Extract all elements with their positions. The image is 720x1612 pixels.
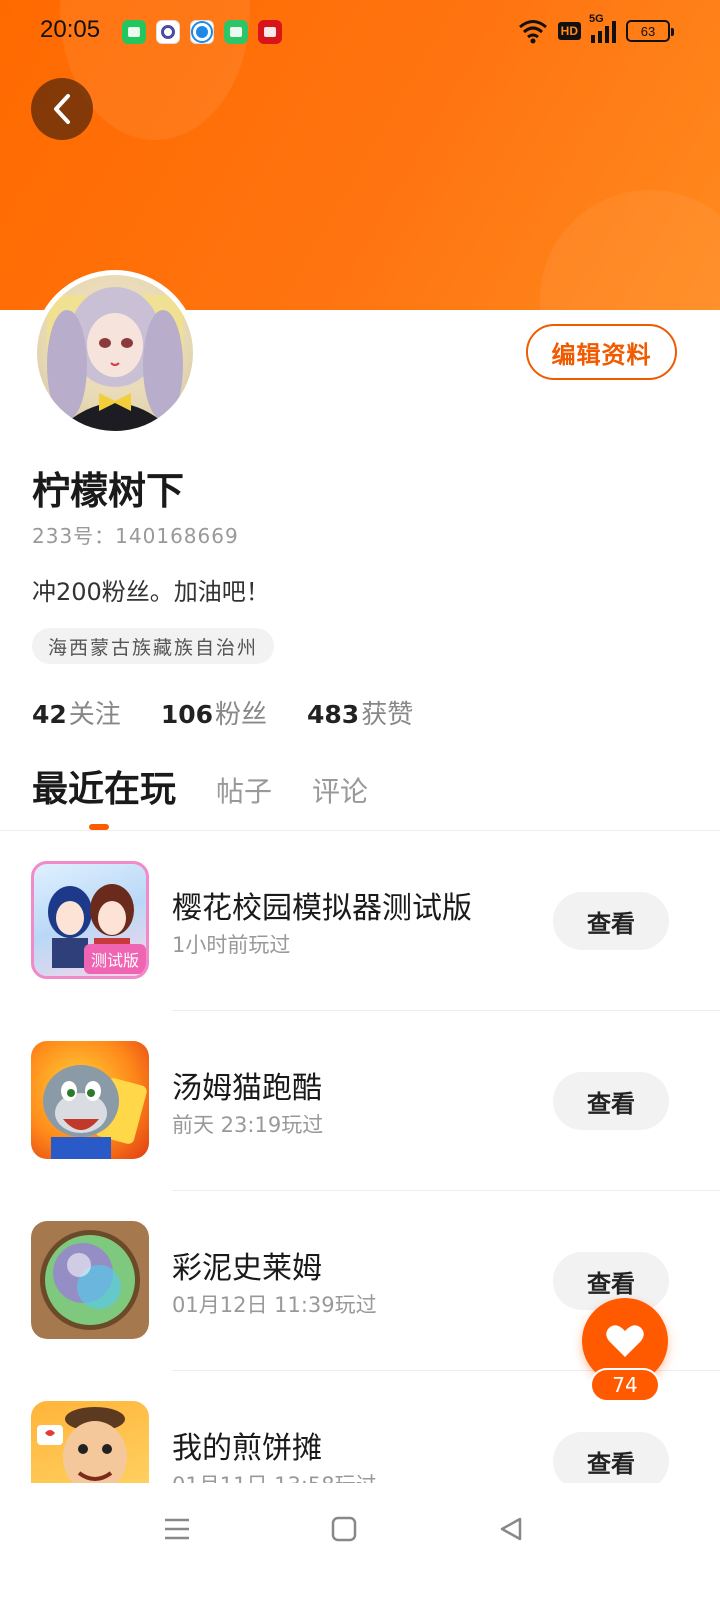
game-name: 我的煎饼摊: [172, 1431, 322, 1466]
following-stat[interactable]: 42 关注: [32, 694, 121, 731]
app-store-icon: [122, 20, 146, 44]
profile-stats: 42 关注 106 粉丝 483 获赞: [32, 694, 413, 731]
back-button[interactable]: [31, 78, 93, 140]
game-last-played: 1小时前玩过: [172, 933, 291, 957]
chevron-left-icon: [54, 94, 70, 124]
edit-profile-button[interactable]: 编辑资料: [526, 324, 677, 380]
menu-icon: [165, 1518, 189, 1540]
location-tag: 海西蒙古族藏族自治州: [32, 628, 275, 664]
heart-icon: [606, 1325, 644, 1357]
user-id: 233号：140168669: [32, 524, 239, 548]
game-name: 汤姆猫跑酷: [172, 1071, 322, 1106]
like-count: 74: [590, 1368, 660, 1402]
hd-badge: HD: [557, 22, 581, 40]
game-icon: [31, 1221, 149, 1339]
camera-app-icon: [190, 20, 214, 44]
back-triangle-icon: [500, 1517, 522, 1541]
menu-button[interactable]: [157, 1509, 197, 1549]
battery-icon: 63: [626, 20, 674, 42]
home-square-icon: [331, 1516, 357, 1542]
game-name: 樱花校园模拟器测试版: [172, 891, 472, 926]
followers-stat[interactable]: 106 粉丝: [161, 694, 267, 731]
user-bio: 冲200粉丝。加油吧！: [32, 578, 270, 606]
status-bar: 20:05 HD 5G 63: [0, 0, 720, 64]
game-last-played: 01月11日 13:58玩过: [172, 1469, 377, 1483]
news-app-icon: [258, 20, 282, 44]
beta-label: 测试版: [91, 951, 139, 970]
system-icons: HD 5G 63: [518, 13, 674, 44]
messages-icon: [224, 20, 248, 44]
browser-icon: [156, 20, 180, 44]
system-nav-bar: [0, 1483, 720, 1612]
game-name: 彩泥史莱姆: [172, 1251, 322, 1286]
tab-comments[interactable]: 评论: [312, 770, 368, 810]
status-time: 20:05: [40, 16, 101, 43]
view-button[interactable]: 查看: [553, 1432, 669, 1483]
view-button[interactable]: 查看: [553, 1072, 669, 1130]
back-nav-button[interactable]: [491, 1509, 531, 1549]
notification-icons: [122, 20, 282, 44]
list-item[interactable]: 汤姆猫跑酷 前天 23:19玩过 查看: [0, 1011, 720, 1191]
tab-recently-played[interactable]: 最近在玩: [32, 760, 176, 812]
game-icon: 测试版: [31, 861, 149, 979]
profile-tabs: 最近在玩 帖子 评论: [32, 760, 368, 812]
wifi-icon: [518, 20, 547, 44]
home-button[interactable]: [324, 1509, 364, 1549]
tab-posts[interactable]: 帖子: [216, 770, 272, 810]
username: 柠檬树下: [32, 469, 185, 513]
game-last-played: 前天 23:19玩过: [172, 1113, 324, 1137]
likes-stat[interactable]: 483 获赞: [307, 694, 413, 731]
avatar-image: [37, 275, 193, 431]
list-item[interactable]: 测试版 樱花校园模拟器测试版 1小时前玩过 查看: [0, 831, 720, 1011]
game-icon: [31, 1401, 149, 1483]
game-icon: [31, 1041, 149, 1159]
signal-icon: 5G: [589, 13, 616, 43]
avatar[interactable]: [32, 270, 198, 436]
view-button[interactable]: 查看: [553, 892, 669, 950]
game-last-played: 01月12日 11:39玩过: [172, 1293, 377, 1317]
